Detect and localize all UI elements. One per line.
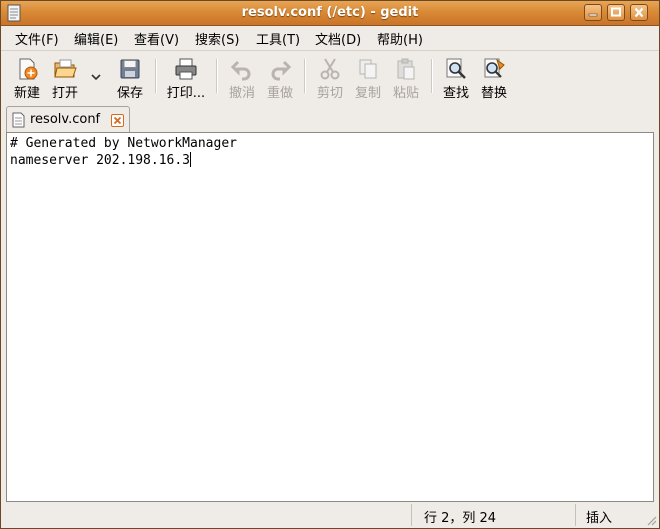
- text-editor[interactable]: # Generated by NetworkManager nameserver…: [6, 132, 654, 502]
- minimize-icon: [588, 13, 598, 17]
- print-label: 打印...: [166, 86, 206, 101]
- editor-line-text[interactable]: nameserver 202.198.16.3: [10, 153, 190, 168]
- scissors-icon: [320, 58, 340, 80]
- menu-help[interactable]: 帮助(H): [377, 29, 423, 48]
- open-label: 打开: [51, 86, 78, 101]
- open-recent-dropdown-icon[interactable]: [90, 73, 102, 81]
- new-button[interactable]: 新建: [7, 51, 47, 103]
- toolbar-separator: [155, 59, 157, 93]
- menu-file[interactable]: 文件(F): [15, 29, 59, 48]
- find-label: 查找: [442, 86, 469, 101]
- paste-button[interactable]: 粘贴: [389, 51, 423, 103]
- menu-tools[interactable]: 工具(T): [256, 29, 300, 48]
- editor-line[interactable]: nameserver 202.198.16.3: [10, 152, 192, 169]
- copy-label: 复制: [354, 86, 381, 101]
- undo-label: 撤消: [228, 86, 255, 101]
- save-button[interactable]: 保存: [111, 51, 149, 103]
- redo-label: 重做: [266, 86, 293, 101]
- maximize-icon: [611, 7, 621, 17]
- new-document-icon: [19, 58, 38, 80]
- editor-line[interactable]: # Generated by NetworkManager: [10, 135, 237, 152]
- cursor-position: 行 2，列 24: [424, 511, 497, 526]
- open-folder-icon: [54, 59, 77, 78]
- tab-label: resolv.conf: [30, 112, 101, 127]
- replace-button[interactable]: 替换: [477, 51, 511, 103]
- copy-icon: [359, 59, 377, 79]
- paste-label: 粘贴: [392, 86, 419, 101]
- replace-icon: [484, 58, 505, 78]
- cut-button[interactable]: 剪切: [313, 51, 347, 103]
- undo-icon: [230, 60, 251, 81]
- status-bar: 行 2，列 24 插入: [1, 504, 659, 528]
- find-button[interactable]: 查找: [439, 51, 473, 103]
- menu-bar: 文件(F) 编辑(E) 查看(V) 搜索(S) 工具(T) 文档(D) 帮助(H…: [1, 26, 659, 48]
- tab-resolv-conf[interactable]: resolv.conf: [6, 106, 130, 133]
- toolbar-separator: [304, 59, 306, 93]
- find-magnifier-icon: [446, 58, 466, 79]
- document-tabs: resolv.conf: [1, 103, 659, 133]
- close-icon: [113, 116, 122, 125]
- cursor-position-pane: 行 2，列 24: [411, 504, 576, 526]
- menu-search[interactable]: 搜索(S): [195, 29, 239, 48]
- menu-view[interactable]: 查看(V): [134, 29, 179, 48]
- text-document-icon: [12, 112, 25, 128]
- menu-edit[interactable]: 编辑(E): [74, 29, 118, 48]
- print-button[interactable]: 打印...: [163, 51, 209, 103]
- save-label: 保存: [116, 86, 143, 101]
- printer-icon: [175, 58, 197, 80]
- close-icon: [634, 7, 644, 18]
- close-window-button[interactable]: [630, 4, 648, 21]
- undo-button[interactable]: 撤消: [225, 51, 259, 103]
- paste-clipboard-icon: [397, 58, 415, 80]
- open-button[interactable]: 打开: [47, 51, 83, 103]
- save-floppy-icon: [120, 59, 140, 79]
- resize-grip-icon[interactable]: [645, 514, 657, 526]
- minimize-button[interactable]: [584, 4, 602, 21]
- gedit-window: resolv.conf (/etc) - gedit 文件(F) 编辑(E) 查…: [0, 0, 660, 529]
- menu-documents[interactable]: 文档(D): [315, 29, 361, 48]
- redo-icon: [271, 60, 292, 81]
- redo-button[interactable]: 重做: [263, 51, 297, 103]
- tab-close-button[interactable]: [111, 114, 124, 127]
- replace-label: 替换: [480, 86, 507, 101]
- cut-label: 剪切: [316, 86, 343, 101]
- title-bar[interactable]: resolv.conf (/etc) - gedit: [1, 1, 659, 26]
- toolbar-separator: [216, 59, 218, 93]
- new-label: 新建: [13, 86, 40, 101]
- toolbar: 新建 打开 保存 打印... 撤消 重做 剪切 复制 粘贴 查找 替换: [1, 50, 659, 103]
- copy-button[interactable]: 复制: [351, 51, 385, 103]
- maximize-button[interactable]: [607, 4, 625, 21]
- insert-mode: 插入: [586, 511, 613, 526]
- toolbar-separator: [431, 59, 433, 93]
- window-title: resolv.conf (/etc) - gedit: [241, 5, 419, 20]
- text-cursor: [190, 152, 192, 167]
